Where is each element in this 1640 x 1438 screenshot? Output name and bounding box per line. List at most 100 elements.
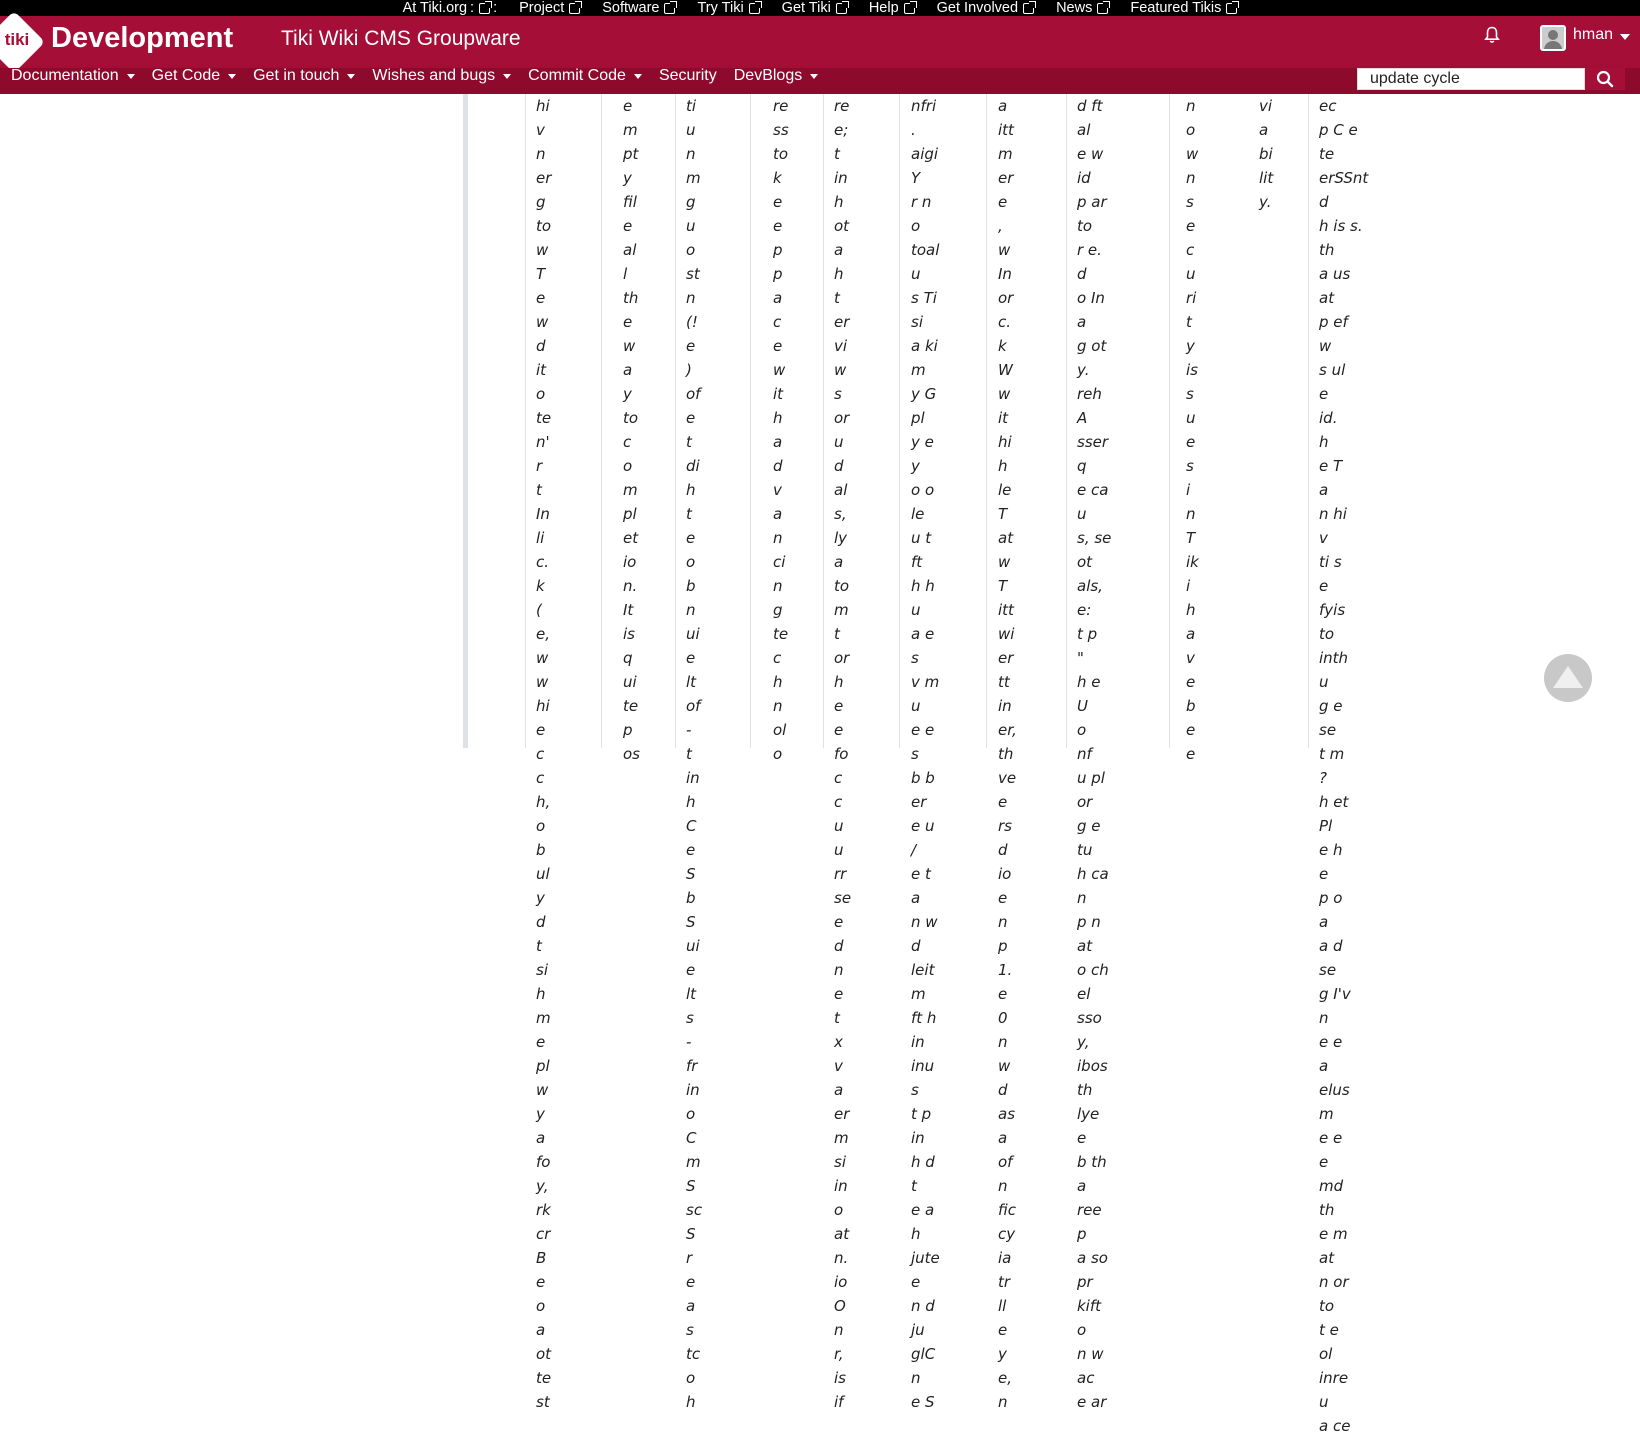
cell-text-line: o (536, 385, 546, 403)
cell-text-line: c (623, 433, 632, 451)
top-link-label: News (1056, 0, 1093, 16)
cell-text-line: cr (536, 1225, 551, 1243)
cell-text-line: s (686, 1321, 694, 1339)
cell-text-line: at (1319, 289, 1335, 307)
cell-text-line: a (1259, 121, 1269, 139)
cell-text-line: e w (1077, 145, 1104, 163)
top-link-get-involved[interactable]: Get Involved (937, 0, 1037, 16)
nav-get-code[interactable]: Get Code (152, 68, 253, 84)
cell-text-line: te (536, 409, 552, 427)
cell-text-line: u (834, 433, 844, 451)
cell-text-line: sso (1077, 1009, 1102, 1027)
cell-text-line: pl (536, 1057, 550, 1075)
top-link-software[interactable]: Software (602, 0, 678, 16)
cell-text-line: ot (536, 1345, 552, 1363)
chevron-down-icon[interactable] (1620, 34, 1630, 40)
cell-text-line: e (536, 289, 546, 307)
cell-text-line: it (536, 361, 547, 379)
cell-text-line: o o (911, 481, 935, 499)
cell-text-line: ree (1077, 1201, 1102, 1219)
cell-text-line: p C e (1319, 121, 1358, 139)
top-link-get-tiki[interactable]: Get Tiki (782, 0, 849, 16)
nav-commit-code[interactable]: Commit Code (528, 68, 659, 84)
nav-devblogs[interactable]: DevBlogs (734, 68, 835, 84)
cell-text-line: inu (911, 1057, 935, 1075)
content-divider (463, 94, 468, 748)
cell-text-line: y (623, 169, 632, 187)
cell-text-line: er (911, 793, 927, 811)
cell-text-line: sser (1077, 433, 1109, 451)
cell-text-line: c (834, 793, 843, 811)
cell-text-line: c (834, 769, 843, 787)
cell-text-line: t (686, 433, 692, 451)
cell-text-line: n (1186, 97, 1196, 115)
cell-text-line: n (998, 913, 1008, 931)
cell-text-line: e (623, 217, 633, 235)
cell-text-line: g e (1319, 697, 1343, 715)
cell-text-line: it (998, 409, 1009, 427)
cell-text-line: t (834, 625, 840, 643)
cell-text-line: s (911, 1081, 919, 1099)
cell-text-line: In (536, 505, 550, 523)
username[interactable]: hman (1573, 26, 1613, 44)
cell-text-line: d ft (1077, 97, 1103, 115)
top-link-at-tiki-org[interactable]: At Tiki.org:: (403, 0, 498, 16)
avatar[interactable] (1540, 25, 1566, 51)
cell-text-line: re (834, 97, 850, 115)
search-button[interactable] (1585, 68, 1625, 90)
top-link-help[interactable]: Help (869, 0, 917, 16)
cell-text-line: A (1077, 409, 1088, 427)
cell-text-line: in (911, 1033, 925, 1051)
cell-text-line: w (773, 361, 786, 379)
cell-text-line: m (834, 1129, 849, 1147)
cell-text-line: d (536, 337, 546, 355)
cell-text-line: y (911, 457, 920, 475)
cell-text-line: C (686, 817, 697, 835)
cell-text-line: d (773, 457, 783, 475)
cell-text-line: e (998, 1321, 1008, 1339)
cell-text-line: T (998, 577, 1008, 595)
cell-text-line: le (911, 505, 925, 523)
cell-text-line: n (536, 145, 546, 163)
cell-text-line: a (834, 553, 844, 571)
cell-text-line: o (834, 1201, 844, 1219)
cell-text-line: in (834, 1177, 848, 1195)
nav-get-in-touch[interactable]: Get in touch (253, 68, 372, 84)
search-input[interactable]: update cycle (1357, 68, 1585, 90)
brand-title[interactable]: Development (51, 22, 233, 55)
cell-text-line: s (834, 385, 842, 403)
cell-text-line: ss (773, 121, 789, 139)
cell-text-line: h (1186, 601, 1196, 619)
cell-text-line: w (998, 385, 1011, 403)
cell-text-line: y. (1077, 361, 1090, 379)
cell-text-line: a (773, 433, 783, 451)
caret-down-icon (347, 73, 356, 79)
cell-text-line: u (1186, 265, 1196, 283)
cell-text-line: p (773, 241, 783, 259)
cell-text-line: di (686, 457, 700, 475)
cell-text-line: g (686, 193, 696, 211)
bell-icon[interactable] (1484, 26, 1500, 44)
cell-text-line: d (834, 457, 844, 475)
table-cell-text: ec p C e te erSSnt d h is s. th a us at p ef w s ul… (1319, 94, 1368, 1438)
scroll-to-top-button[interactable] (1544, 654, 1592, 702)
nav-wishes-and-bugs[interactable]: Wishes and bugs (372, 68, 528, 84)
top-link-project[interactable]: Project (519, 0, 583, 16)
top-link-news[interactable]: News (1056, 0, 1111, 16)
cell-text-line: q (623, 649, 633, 667)
cell-text-line: is (1186, 361, 1198, 379)
cell-text-line: h (834, 673, 844, 691)
nav-security[interactable]: Security (659, 68, 734, 84)
cell-text-line: y e (911, 433, 934, 451)
nav-documentation[interactable]: Documentation (11, 68, 152, 84)
top-link-featured-tikis[interactable]: Featured Tikis (1130, 0, 1240, 16)
cell-text-line: to (834, 577, 850, 595)
cell-text-line: n (1186, 169, 1196, 187)
cell-text-line: x (834, 1033, 843, 1051)
caret-down-icon (126, 73, 135, 79)
cell-text-line: tu (1077, 841, 1093, 859)
top-link-try-tiki[interactable]: Try Tiki (697, 0, 762, 16)
cell-text-line: W (998, 361, 1013, 379)
cell-text-line: er (834, 313, 850, 331)
cell-text-line: n or (1319, 1273, 1349, 1291)
